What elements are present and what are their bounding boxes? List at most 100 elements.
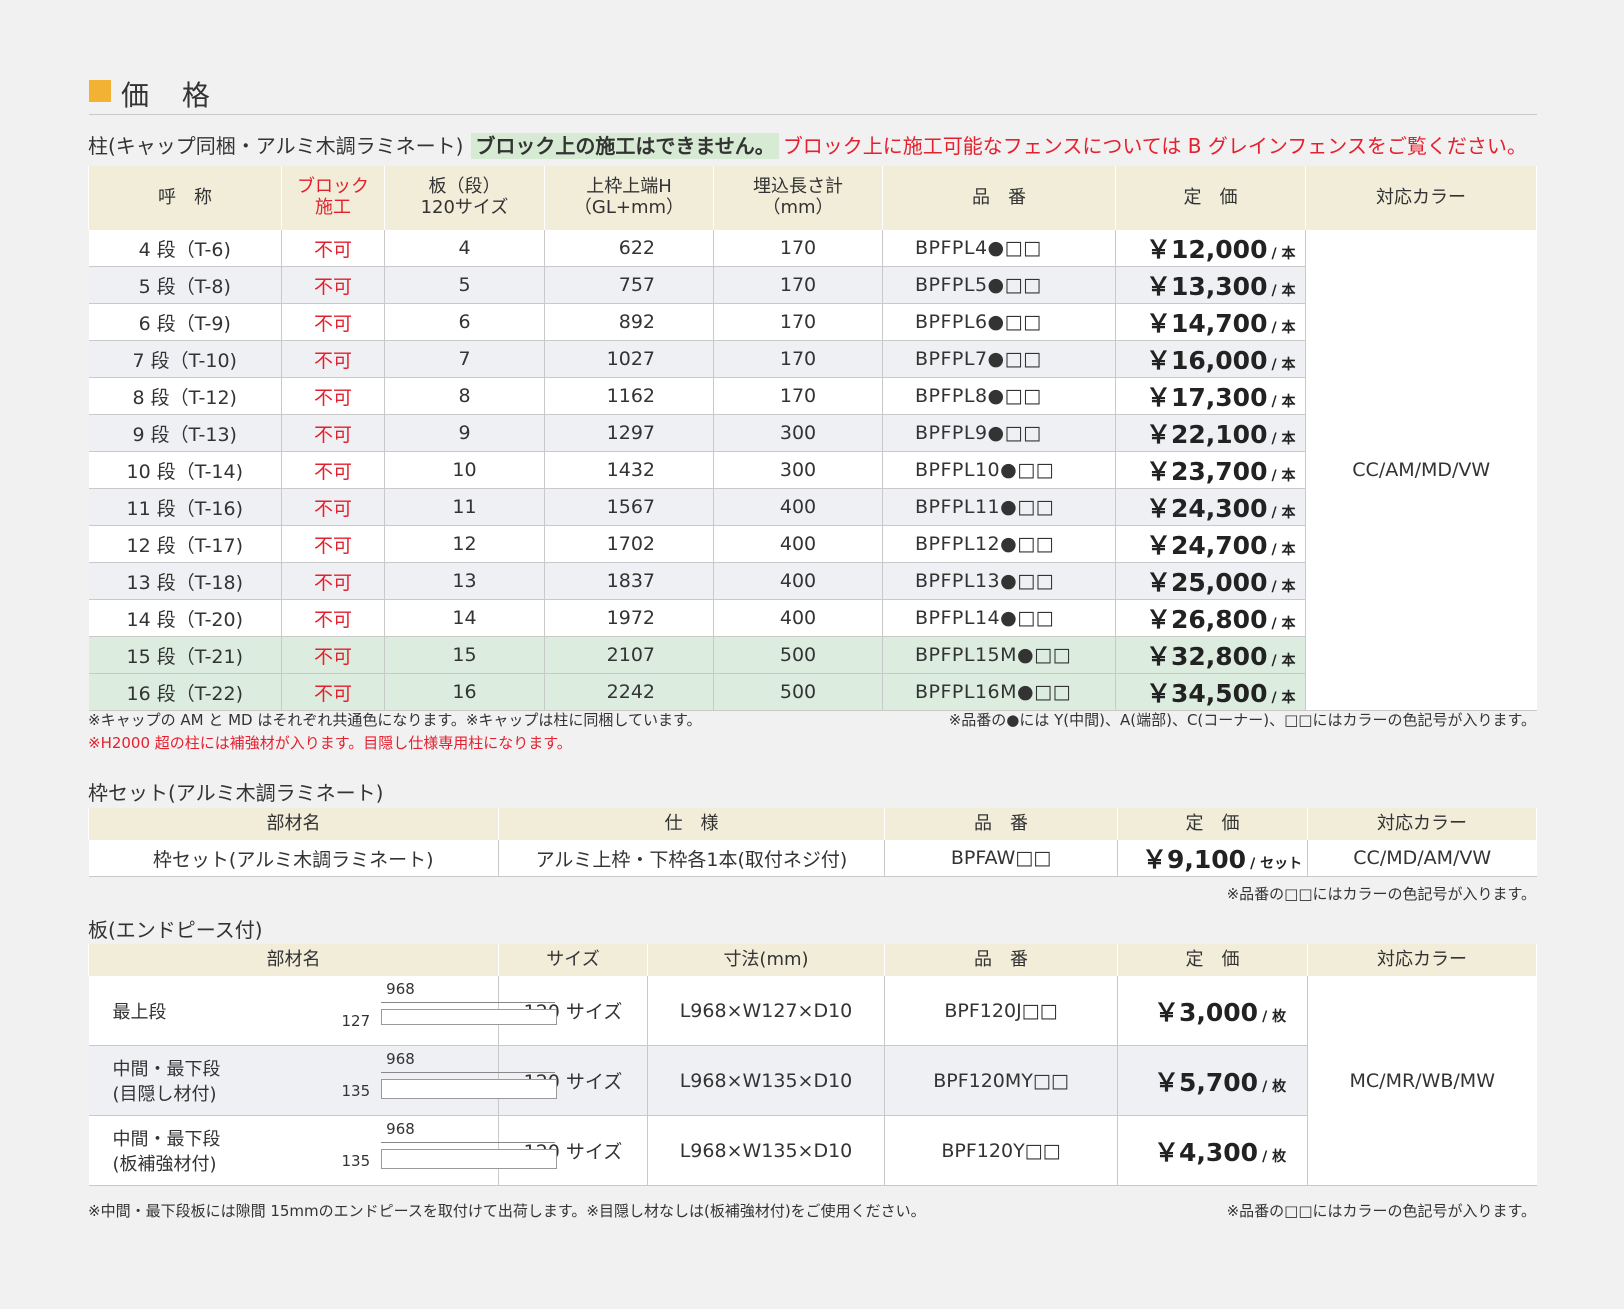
top-height: 1567 [544,488,714,526]
block-status: 不可 [281,377,385,415]
board-count: 12 [384,525,545,563]
embed-length: 170 [713,303,883,341]
col-colors: 対応カラー [1307,808,1537,840]
price-cell: ￥12,000/ 本 [1115,230,1306,267]
price-unit: / 本 [1271,653,1296,669]
table-row: 4 段（T-6) 不可 4 622 170 BPFPL4●□□ ￥12,000/ 本 CC/A… [88,230,1537,711]
embed-length: 170 [713,230,883,267]
block-status: 不可 [281,599,385,637]
row-name: 5 段（T-8) [88,266,282,304]
price-cell: ￥22,100/ 本 [1115,414,1306,452]
spec: アルミ上枠・下枠各1本(取付ネジ付) [498,840,885,877]
embed-length: 400 [713,599,883,637]
col-colors: 対応カラー [1305,166,1537,230]
price-value: ￥16,000 [1146,346,1268,375]
price-unit: / 本 [1271,505,1296,521]
top-height: 1027 [544,340,714,378]
block-status: 不可 [281,673,385,711]
row-name: 7 段（T-10) [88,340,282,378]
price-unit: / 枚 [1262,1008,1287,1025]
product-code: BPFPL14●□□ [882,599,1116,637]
board-count: 16 [384,673,545,711]
board-table: 部材名 サイズ 寸法(mm) 品 番 定 価 対応カラー 最上段 968 127 12… [88,944,1537,1186]
board-height-label: 127 [341,1012,371,1030]
price-cell: ￥5,700/ 枚 [1117,1045,1308,1116]
top-height: 1297 [544,414,714,452]
product-code: BPFAW□□ [884,840,1118,877]
block-status: 不可 [281,230,385,267]
section1-red-text: ブロック上に施工可能なフェンスについては B グレインフェンスをご覧ください。 [782,134,1527,158]
price-cell: ￥14,700/ 本 [1115,303,1306,341]
row-name: 16 段（T-22) [88,673,282,711]
price-value: ￥32,800 [1146,642,1268,671]
price-unit: / 本 [1271,320,1296,336]
price-unit: / セット [1250,856,1303,872]
board-count: 9 [384,414,545,452]
price-unit: / 本 [1271,357,1296,373]
product-code: BPFPL11●□□ [882,488,1116,526]
top-height: 1162 [544,377,714,415]
price-unit: / 本 [1271,468,1296,484]
board-count: 7 [384,340,545,378]
col-code: 品 番 [884,808,1118,840]
price-value: ￥4,300 [1154,1137,1259,1167]
post-price-table: 呼 称 ブロック 施工 板（段） 120サイズ 上枠上端H （GL+mm） 埋込長さ計… [88,166,1537,711]
embed-length: 500 [713,673,883,711]
board-count: 5 [384,266,545,304]
price-unit: / 本 [1271,394,1296,410]
price-unit: / 本 [1271,542,1296,558]
col-price: 定 価 [1115,166,1306,230]
top-height: 1702 [544,525,714,563]
product-code: BPFPL13●□□ [882,562,1116,600]
colors: CC/MD/AM/VW [1307,840,1537,877]
price-unit: / 本 [1271,431,1296,447]
section3-note-left: ※中間・最下段板には隙間 15mmのエンドピースを取付けて出荷します。※目隠し材… [88,1202,926,1220]
col-name: 呼 称 [88,166,282,230]
embed-length: 400 [713,488,883,526]
price-value: ￥14,700 [1146,309,1268,338]
col-height: 上枠上端H （GL+mm） [544,166,714,230]
embed-length: 400 [713,525,883,563]
board-count: 11 [384,488,545,526]
section3-title: 板(エンドピース付) [88,918,263,942]
product-code: BPFPL5●□□ [882,266,1116,304]
part-name: 枠セット(アルミ木調ラミネート) [88,840,499,877]
col-price: 定 価 [1117,808,1308,840]
col-block: ブロック 施工 [281,166,385,230]
col-embed: 埋込長さ計 （mm） [713,166,883,230]
board-dimension-line [380,1072,555,1073]
price-value: ￥26,800 [1146,605,1268,634]
section1-title: 柱(キャップ同梱・アルミ木調ラミネート) ブロック上の施工はできません。 ブロック上… [88,130,1527,159]
table-header-row: 呼 称 ブロック 施工 板（段） 120サイズ 上枠上端H （GL+mm） 埋込長さ計… [88,166,1537,230]
embed-length: 500 [713,636,883,674]
board-count: 8 [384,377,545,415]
block-status: 不可 [281,303,385,341]
table-row: 最上段 968 127 120 サイズ L968×W127×D10 BPF120J□□ ￥3… [88,976,1537,1186]
price-cell: ￥16,000/ 本 [1115,340,1306,378]
product-code: BPFPL8●□□ [882,377,1116,415]
board-width-label: 968 [386,1120,415,1138]
price-cell: ￥24,300/ 本 [1115,488,1306,526]
supported-colors: CC/AM/MD/VW [1305,230,1537,711]
product-code: BPF120Y□□ [884,1115,1118,1186]
row-name: 9 段（T-13) [88,414,282,452]
row-name: 13 段（T-18) [88,562,282,600]
board-dimension-line [380,1002,555,1003]
product-code: BPFPL12●□□ [882,525,1116,563]
price-unit: / 枚 [1262,1148,1287,1165]
row-name: 6 段（T-9) [88,303,282,341]
board-part-cell: 中間・最下段 (目隠し材付) 968 135 [88,1045,557,1116]
embed-length: 300 [713,414,883,452]
part-name-line1: 中間・最下段 [112,1129,221,1150]
board-count: 14 [384,599,545,637]
part-name-line1: 中間・最下段 [112,1059,221,1080]
price-cell: ￥34,500/ 本 [1115,673,1306,711]
col-boards: 板（段） 120サイズ [384,166,545,230]
price-value: ￥9,100 [1142,845,1247,874]
price-cell: ￥24,700/ 本 [1115,525,1306,563]
section2-note: ※品番の□□にはカラーの色記号が入ります。 [1226,885,1536,903]
board-width-label: 968 [386,1050,415,1068]
part-name: 中間・最下段 (板補強材付) [113,1127,221,1177]
page-title: 価 格 [121,79,222,112]
row-name: 8 段（T-12) [88,377,282,415]
